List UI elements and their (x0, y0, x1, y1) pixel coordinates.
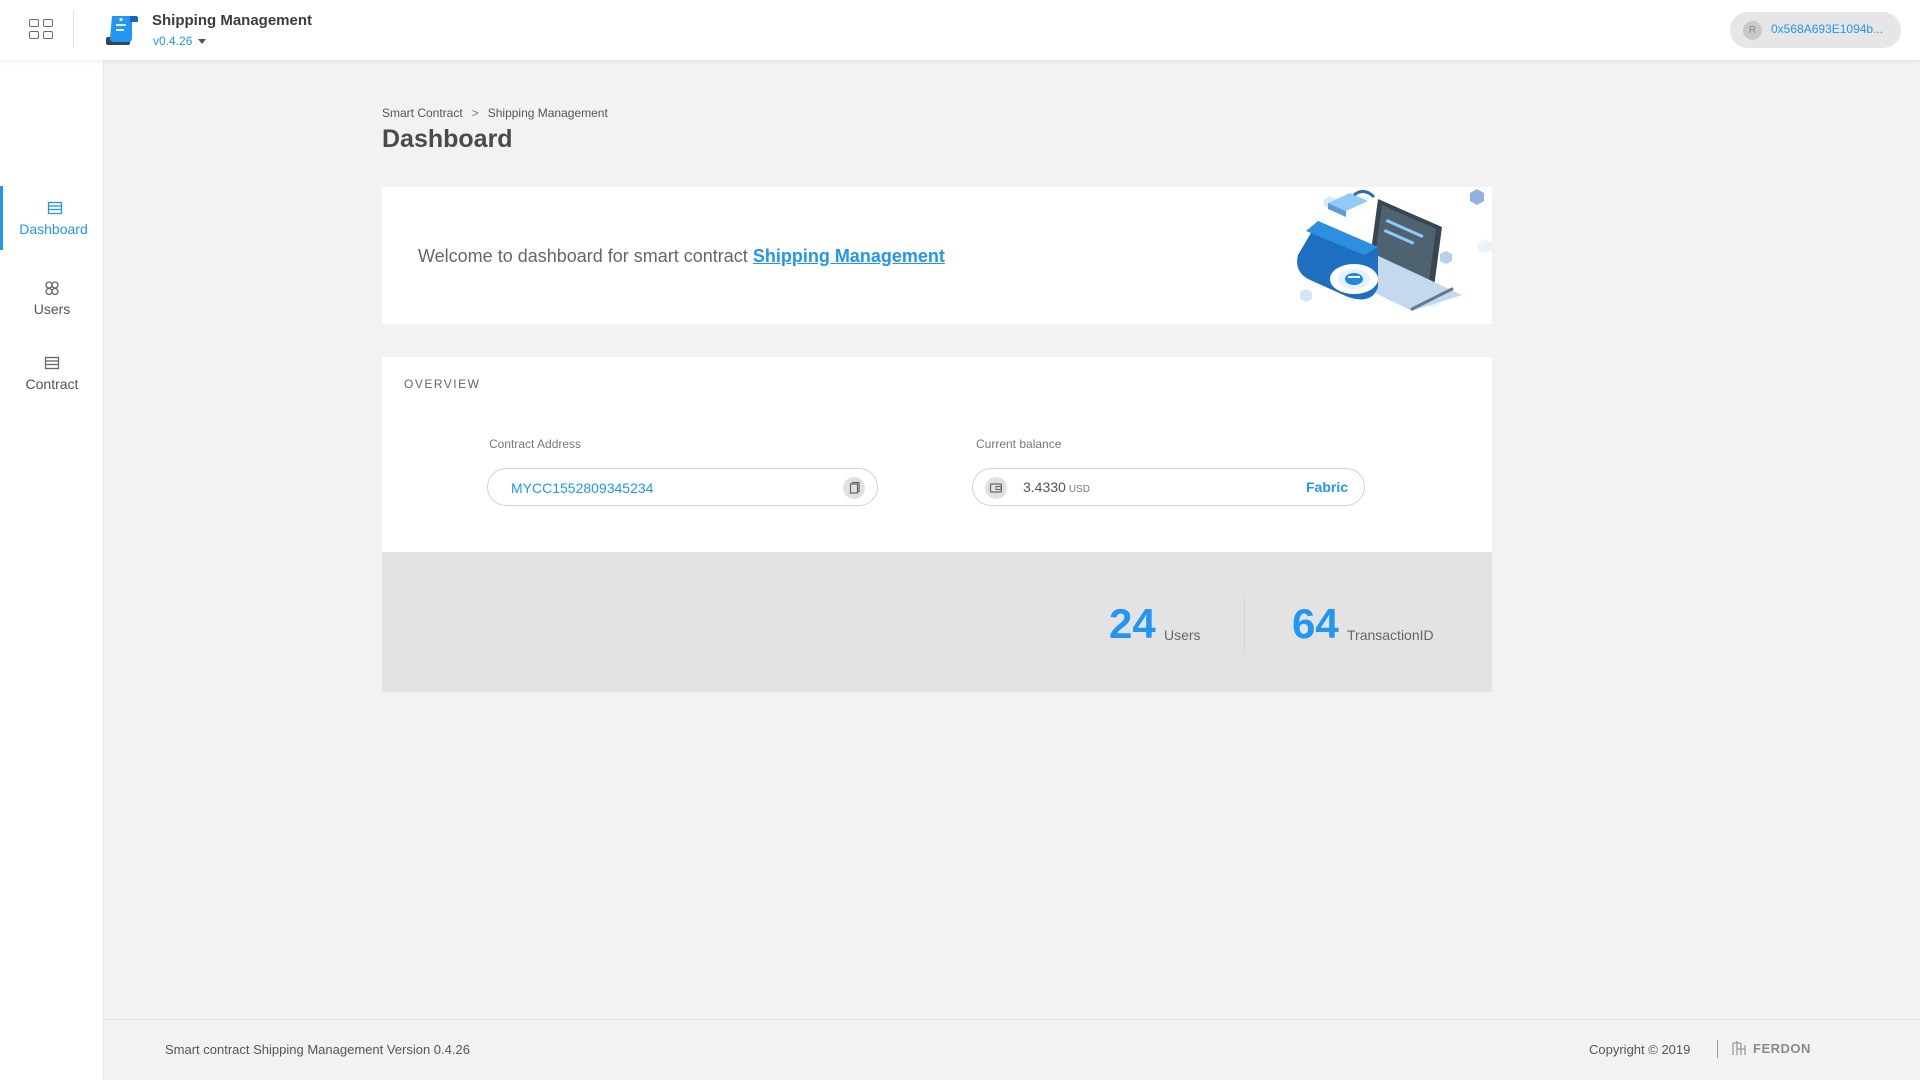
welcome-text: Welcome to dashboard for smart contract (418, 246, 748, 266)
stats-band: 24 Users 64 TransactionID (382, 552, 1492, 692)
welcome-message: Welcome to dashboard for smart contract … (418, 246, 945, 267)
top-bar: Shipping Management v0.4.26 R 0x568A693E… (0, 0, 1920, 60)
ferdon-logo-icon (1732, 1041, 1746, 1055)
balance-field: 3.4330 USD Fabric (972, 468, 1365, 506)
footer-copyright: Copyright © 2019 (1589, 1042, 1691, 1057)
dashboard-icon (47, 201, 63, 215)
contract-icon (44, 356, 60, 370)
sidebar: Dashboard Users Contract (0, 60, 104, 1080)
contract-address-value[interactable]: MYCC1552809345234 (511, 480, 653, 496)
footer: Smart contract Shipping Management Versi… (104, 1019, 1920, 1080)
sidebar-item-users[interactable]: Users (0, 266, 104, 330)
wallet-icon (985, 477, 1007, 499)
sidebar-item-dashboard[interactable]: Dashboard (0, 186, 104, 250)
welcome-illustration (1297, 189, 1492, 311)
transaction-count-label: TransactionID (1347, 627, 1434, 643)
users-count-label: Users (1164, 627, 1201, 643)
balance-unit: USD (1068, 484, 1090, 495)
copy-icon[interactable] (843, 477, 865, 499)
sidebar-item-label: Dashboard (19, 221, 88, 237)
sidebar-item-contract[interactable]: Contract (0, 341, 104, 405)
balance-label: Current balance (976, 437, 1062, 451)
stats-divider (1244, 598, 1245, 654)
top-bar-divider (73, 10, 74, 48)
welcome-contract-link[interactable]: Shipping Management (753, 246, 945, 266)
users-icon (45, 281, 59, 296)
account-button[interactable]: R 0x568A693E1094b... (1730, 12, 1901, 48)
footer-divider (1717, 1040, 1718, 1058)
breadcrumb-item-current: Shipping Management (487, 106, 608, 120)
breadcrumb-item-smart-contract[interactable]: Smart Contract (382, 106, 463, 120)
version-label: v0.4.26 (153, 34, 193, 48)
welcome-card: Welcome to dashboard for smart contract … (382, 187, 1492, 324)
app-title: Shipping Management (152, 12, 313, 29)
balance-amount: 3.4330 (1023, 479, 1066, 495)
contract-address-label: Contract Address (489, 437, 582, 451)
footer-version-text: Smart contract Shipping Management Versi… (165, 1042, 470, 1057)
breadcrumb: Smart Contract > Shipping Management (382, 106, 608, 120)
balance-value: 3.4330 USD (1023, 479, 1090, 495)
sidebar-item-label: Contract (25, 376, 79, 392)
users-count: 24 (1109, 600, 1156, 647)
network-link[interactable]: Fabric (1306, 479, 1348, 495)
contract-address-field: MYCC1552809345234 (487, 468, 878, 506)
apps-grid-icon[interactable] (26, 16, 53, 42)
breadcrumb-separator: > (471, 106, 479, 120)
version-selector[interactable]: v0.4.26 (153, 34, 207, 48)
account-avatar: R (1743, 21, 1762, 40)
sidebar-item-label: Users (33, 301, 71, 317)
caret-down-icon (198, 39, 207, 45)
page-title: Dashboard (382, 125, 513, 153)
overview-card: OVERVIEW Contract Address MYCC1552809345… (382, 357, 1492, 692)
account-address: 0x568A693E1094b... (1771, 22, 1884, 36)
app-logo-icon (106, 16, 138, 45)
brand-name: FERDON (1753, 1041, 1811, 1056)
transaction-count: 64 (1292, 600, 1339, 647)
overview-title: OVERVIEW (404, 377, 481, 391)
